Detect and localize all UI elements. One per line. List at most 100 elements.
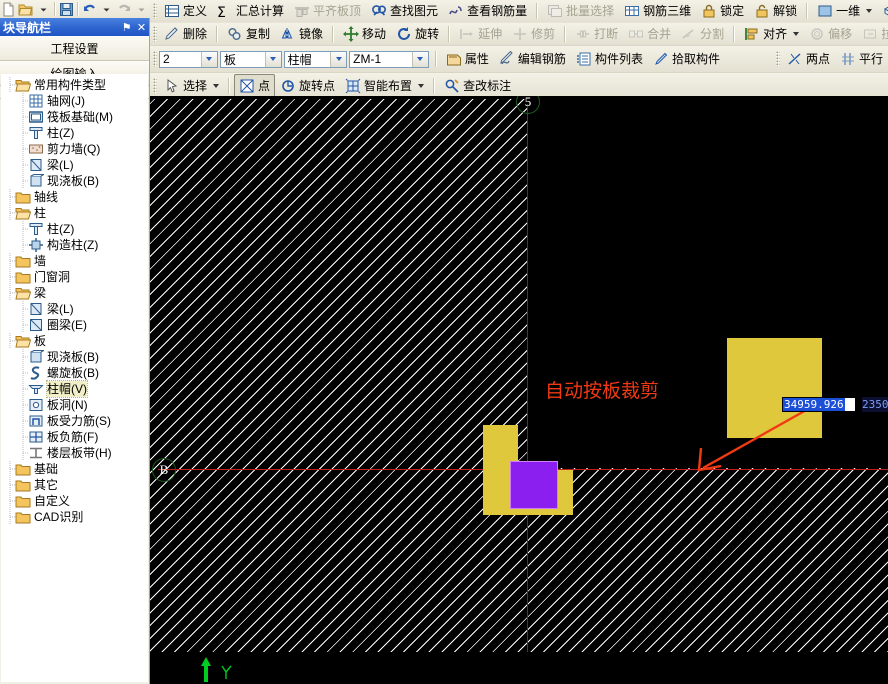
tree-item-10[interactable]: 构造柱(Z)	[1, 237, 148, 253]
tree-item-16[interactable]: 板	[1, 333, 148, 349]
chevron-down-icon[interactable]	[200, 51, 217, 67]
tree-item-26[interactable]: 自定义	[1, 493, 148, 509]
chevron-down-icon[interactable]	[213, 84, 220, 88]
unlock-button[interactable]: 解锁	[749, 1, 802, 21]
rebar-3d-button[interactable]: 钢筋三维	[619, 1, 696, 21]
mirror-button[interactable]: 镜像	[275, 24, 328, 44]
category-select[interactable]: 板	[219, 50, 282, 68]
smart-layout-button[interactable]: 智能布置	[340, 75, 429, 96]
tree-item-20[interactable]: 板洞(N)	[1, 397, 148, 413]
drawing-canvas[interactable]: 5 B 自动按板裁剪 34959.926 23507	[150, 96, 888, 684]
component-tree[interactable]: 常用构件类型 轴网(J) 筏板基础(M) 柱(Z) 剪力墙(Q) 梁(L) 现浇板(B) 轴线…	[1, 74, 148, 682]
redo-icon[interactable]	[116, 1, 133, 17]
application-window: 块导航栏 ⚑ ✕ 工程设置 绘图输入 常用构件类型轴网(J)筏板基础(M)柱(Z…	[0, 0, 888, 684]
tree-item-17[interactable]: 现浇板(B)	[1, 349, 148, 365]
undo-icon[interactable]	[81, 1, 98, 17]
coordinate-x-input[interactable]: 34959.926	[782, 397, 856, 412]
tree-item-label: 常用构件类型	[34, 78, 107, 92]
tree-item-27[interactable]: CAD识别	[1, 509, 148, 525]
redo-dropdown-icon[interactable]	[133, 1, 150, 17]
tree-item-23[interactable]: 楼层板带(H)	[1, 445, 148, 461]
save-icon[interactable]	[58, 1, 75, 17]
tree-item-4[interactable]: 剪力墙(Q)	[1, 141, 148, 157]
align-button[interactable]: 对齐	[739, 24, 804, 44]
component-type-select[interactable]: 柱帽	[283, 50, 348, 68]
tree-item-25[interactable]: 其它	[1, 477, 148, 493]
open-dropdown-icon[interactable]	[35, 1, 52, 17]
define-button[interactable]: 定义	[159, 1, 212, 21]
tree-item-19[interactable]: 柱帽(V)	[1, 380, 148, 398]
point-button[interactable]: 点	[234, 74, 276, 96]
tree-item-2[interactable]: 筏板基础(M)	[1, 109, 148, 125]
new-file-icon[interactable]	[0, 1, 17, 17]
tree-item-9[interactable]: 柱(Z)	[1, 221, 148, 237]
parallel-button[interactable]: 平行	[835, 49, 888, 69]
button-label: 旋转	[415, 27, 440, 41]
close-icon[interactable]: ✕	[134, 20, 149, 35]
view-rebar-qty-button[interactable]: 查看钢筋量	[443, 1, 532, 21]
toolbar-grip[interactable]	[153, 26, 157, 42]
tree-item-21[interactable]: 板受力筋(S)	[1, 413, 148, 429]
lock-button[interactable]: 锁定	[696, 1, 749, 21]
tree-item-24[interactable]: 基础	[1, 461, 148, 477]
pick-component-icon	[653, 51, 669, 67]
trim-button: 修剪	[507, 24, 560, 44]
chevron-down-icon[interactable]	[418, 84, 425, 88]
floor-select[interactable]: 2	[159, 50, 218, 68]
cursor-select-button[interactable]: 选择	[159, 75, 224, 96]
tree-item-8[interactable]: 柱	[1, 205, 148, 221]
tree-connector	[5, 333, 15, 349]
navigator-title-bar: 块导航栏 ⚑ ✕	[0, 18, 149, 36]
find-element-button[interactable]: 查找图元	[366, 1, 443, 21]
one-dim-button[interactable]: 一维	[812, 1, 877, 21]
component-name-select[interactable]: ZM-1	[349, 50, 429, 68]
chevron-down-icon[interactable]	[264, 51, 281, 67]
rotate-point-button[interactable]: 旋转点	[275, 75, 340, 96]
chevron-down-icon[interactable]	[866, 9, 873, 13]
tree-item-22[interactable]: 板负筋(F)	[1, 429, 148, 445]
edit-rebar-button[interactable]: 编辑钢筋	[494, 49, 571, 69]
pick-component-button[interactable]: 拾取构件	[648, 49, 725, 69]
toolbar-row-edit: 删除 复制 镜像 移动 旋转 延伸 修剪 打断 合并 分割 对齐 偏移 拉伸	[150, 22, 888, 45]
tree-item-18[interactable]: 螺旋板(B)	[1, 365, 148, 381]
tree-item-1[interactable]: 轴网(J)	[1, 93, 148, 109]
open-file-icon[interactable]	[17, 1, 34, 17]
tree-item-5[interactable]: 梁(L)	[1, 157, 148, 173]
column-element[interactable]	[510, 461, 558, 509]
tree-item-15[interactable]: 圈梁(E)	[1, 317, 148, 333]
chevron-down-icon[interactable]	[411, 51, 428, 67]
component-list-button[interactable]: 构件列表	[571, 49, 648, 69]
tree-item-0[interactable]: 常用构件类型	[1, 77, 148, 93]
two-point-button[interactable]: 两点	[782, 49, 835, 69]
toolbar-grip[interactable]	[153, 51, 157, 67]
rebar-3d-icon	[624, 3, 640, 19]
chevron-down-icon[interactable]	[330, 51, 347, 67]
toolbar-grip[interactable]	[153, 3, 157, 19]
tree-item-12[interactable]: 门窗洞	[1, 269, 148, 285]
tree-item-6[interactable]: 现浇板(B)	[1, 173, 148, 189]
slab-main-rebar-icon	[28, 413, 44, 429]
tree-item-label: 其它	[34, 478, 59, 492]
rotate-button[interactable]: 旋转	[391, 24, 444, 44]
copy-button[interactable]: 复制	[222, 24, 275, 44]
toolbar-grip[interactable]	[775, 51, 780, 67]
tree-item-14[interactable]: 梁(L)	[1, 301, 148, 317]
delete-button[interactable]: 删除	[159, 24, 212, 44]
find-element-icon	[371, 3, 387, 19]
chevron-down-icon[interactable]	[793, 32, 800, 36]
move-button[interactable]: 移动	[338, 24, 391, 44]
undo-dropdown-icon[interactable]	[98, 1, 115, 17]
tree-item-11[interactable]: 墙	[1, 253, 148, 269]
tree-item-13[interactable]: 梁	[1, 285, 148, 301]
toolbar-grip[interactable]	[153, 78, 157, 94]
tree-item-3[interactable]: 柱(Z)	[1, 125, 148, 141]
tree-item-7[interactable]: 轴线	[1, 189, 148, 205]
nav-button-project-settings[interactable]: 工程设置	[0, 36, 149, 61]
coordinate-y-input[interactable]: 23507	[862, 397, 888, 412]
properties-button[interactable]: 属性	[441, 49, 494, 69]
top-view-button[interactable]: 俯视	[877, 1, 888, 21]
check-edit-annotation-button[interactable]: 查改标注	[439, 75, 516, 96]
pin-icon[interactable]: ⚑	[119, 20, 134, 35]
sigma-button[interactable]: Σ 汇总计算	[212, 1, 289, 21]
grid-bubble-b[interactable]: B	[152, 458, 176, 482]
